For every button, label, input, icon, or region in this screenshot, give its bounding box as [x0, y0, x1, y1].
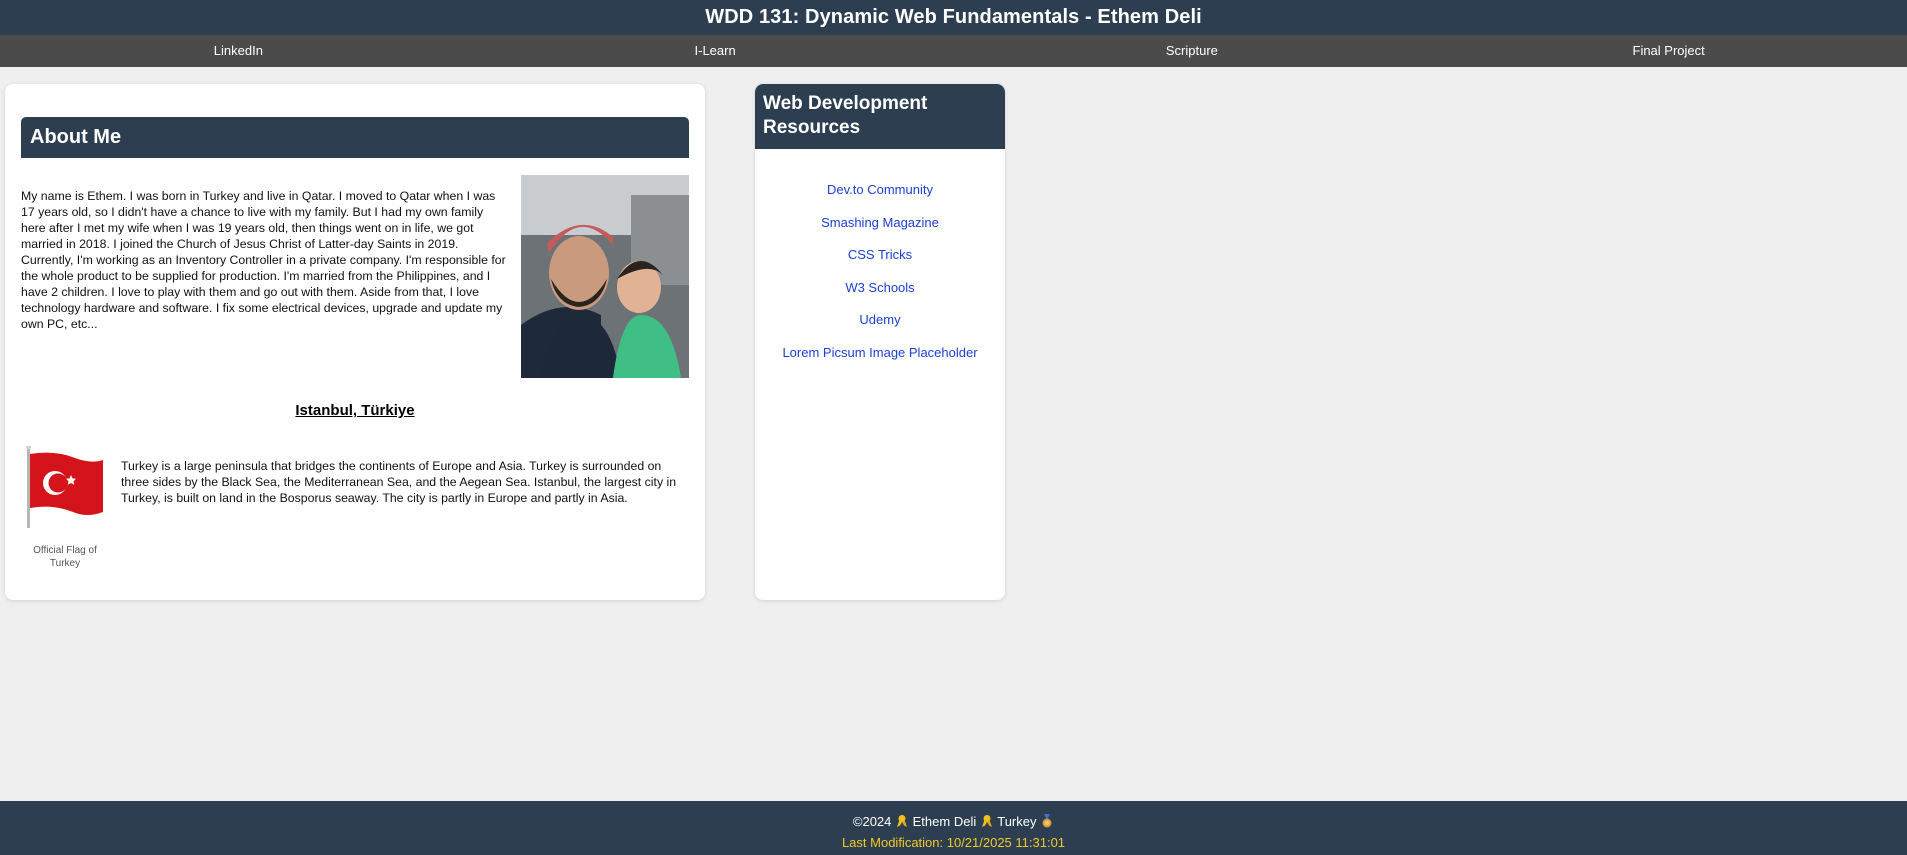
about-me-heading: About Me — [21, 117, 689, 158]
about-me-card: About Me My name is Ethem. I was born in… — [5, 84, 705, 600]
ribbon-icon — [981, 815, 992, 827]
about-me-bio: My name is Ethem. I was born in Turkey a… — [21, 189, 506, 331]
resource-link-devto[interactable]: Dev.to Community — [827, 182, 933, 197]
list-item: Udemy — [755, 313, 1005, 346]
nav-linkedin-link[interactable]: LinkedIn — [0, 35, 477, 67]
footer-copyright-line: ©2024 Ethem Deli Turkey — [0, 814, 1907, 830]
list-item: CSS Tricks — [755, 248, 1005, 281]
nav-ilearn-link[interactable]: I-Learn — [477, 35, 954, 67]
resource-link-smashing[interactable]: Smashing Magazine — [821, 215, 939, 230]
resources-heading: Web Development Resources — [755, 84, 1005, 149]
medal-icon — [1042, 814, 1052, 828]
nav-final-project-link[interactable]: Final Project — [1430, 35, 1907, 67]
turkey-flag-icon — [26, 446, 103, 528]
list-item: Lorem Picsum Image Placeholder — [755, 345, 1005, 379]
resource-link-lorem-picsum[interactable]: Lorem Picsum Image Placeholder — [782, 345, 977, 360]
site-header: WDD 131: Dynamic Web Fundamentals - Ethe… — [0, 0, 1907, 35]
ribbon-icon — [897, 815, 908, 827]
list-item: Smashing Magazine — [755, 215, 1005, 249]
profile-photo-illustration — [521, 175, 689, 378]
nav-scripture-link[interactable]: Scripture — [954, 35, 1431, 67]
site-title: WDD 131: Dynamic Web Fundamentals - Ethe… — [705, 6, 1202, 28]
last-modified: Last Modification: 10/21/2025 11:31:01 — [841, 835, 1066, 850]
main-nav: LinkedIn I-Learn Scripture Final Project — [0, 35, 1907, 67]
place-title: Istanbul, Türkiye — [295, 402, 415, 419]
flag-figure: Official Flag of Turkey — [21, 446, 109, 570]
resource-link-css-tricks[interactable]: CSS Tricks — [848, 247, 912, 262]
copyright-text: ©2024 — [852, 814, 892, 829]
list-item: W3 Schools — [755, 280, 1005, 314]
flag-caption: Official Flag of Turkey — [33, 545, 97, 569]
resources-list: Dev.to Community Smashing Magazine CSS T… — [755, 183, 1005, 379]
resource-link-w3schools[interactable]: W3 Schools — [845, 280, 914, 295]
resources-card: Web Development Resources Dev.to Communi… — [755, 84, 1005, 600]
site-footer: ©2024 Ethem Deli Turkey Last Modificatio… — [0, 801, 1907, 855]
list-item: Dev.to Community — [755, 183, 1005, 216]
author-name: Ethem Deli — [912, 814, 977, 829]
place-description: Turkey is a large peninsula that bridges… — [121, 459, 677, 505]
author-country: Turkey — [997, 814, 1037, 829]
resource-link-udemy[interactable]: Udemy — [859, 312, 900, 327]
profile-photo — [521, 175, 689, 378]
